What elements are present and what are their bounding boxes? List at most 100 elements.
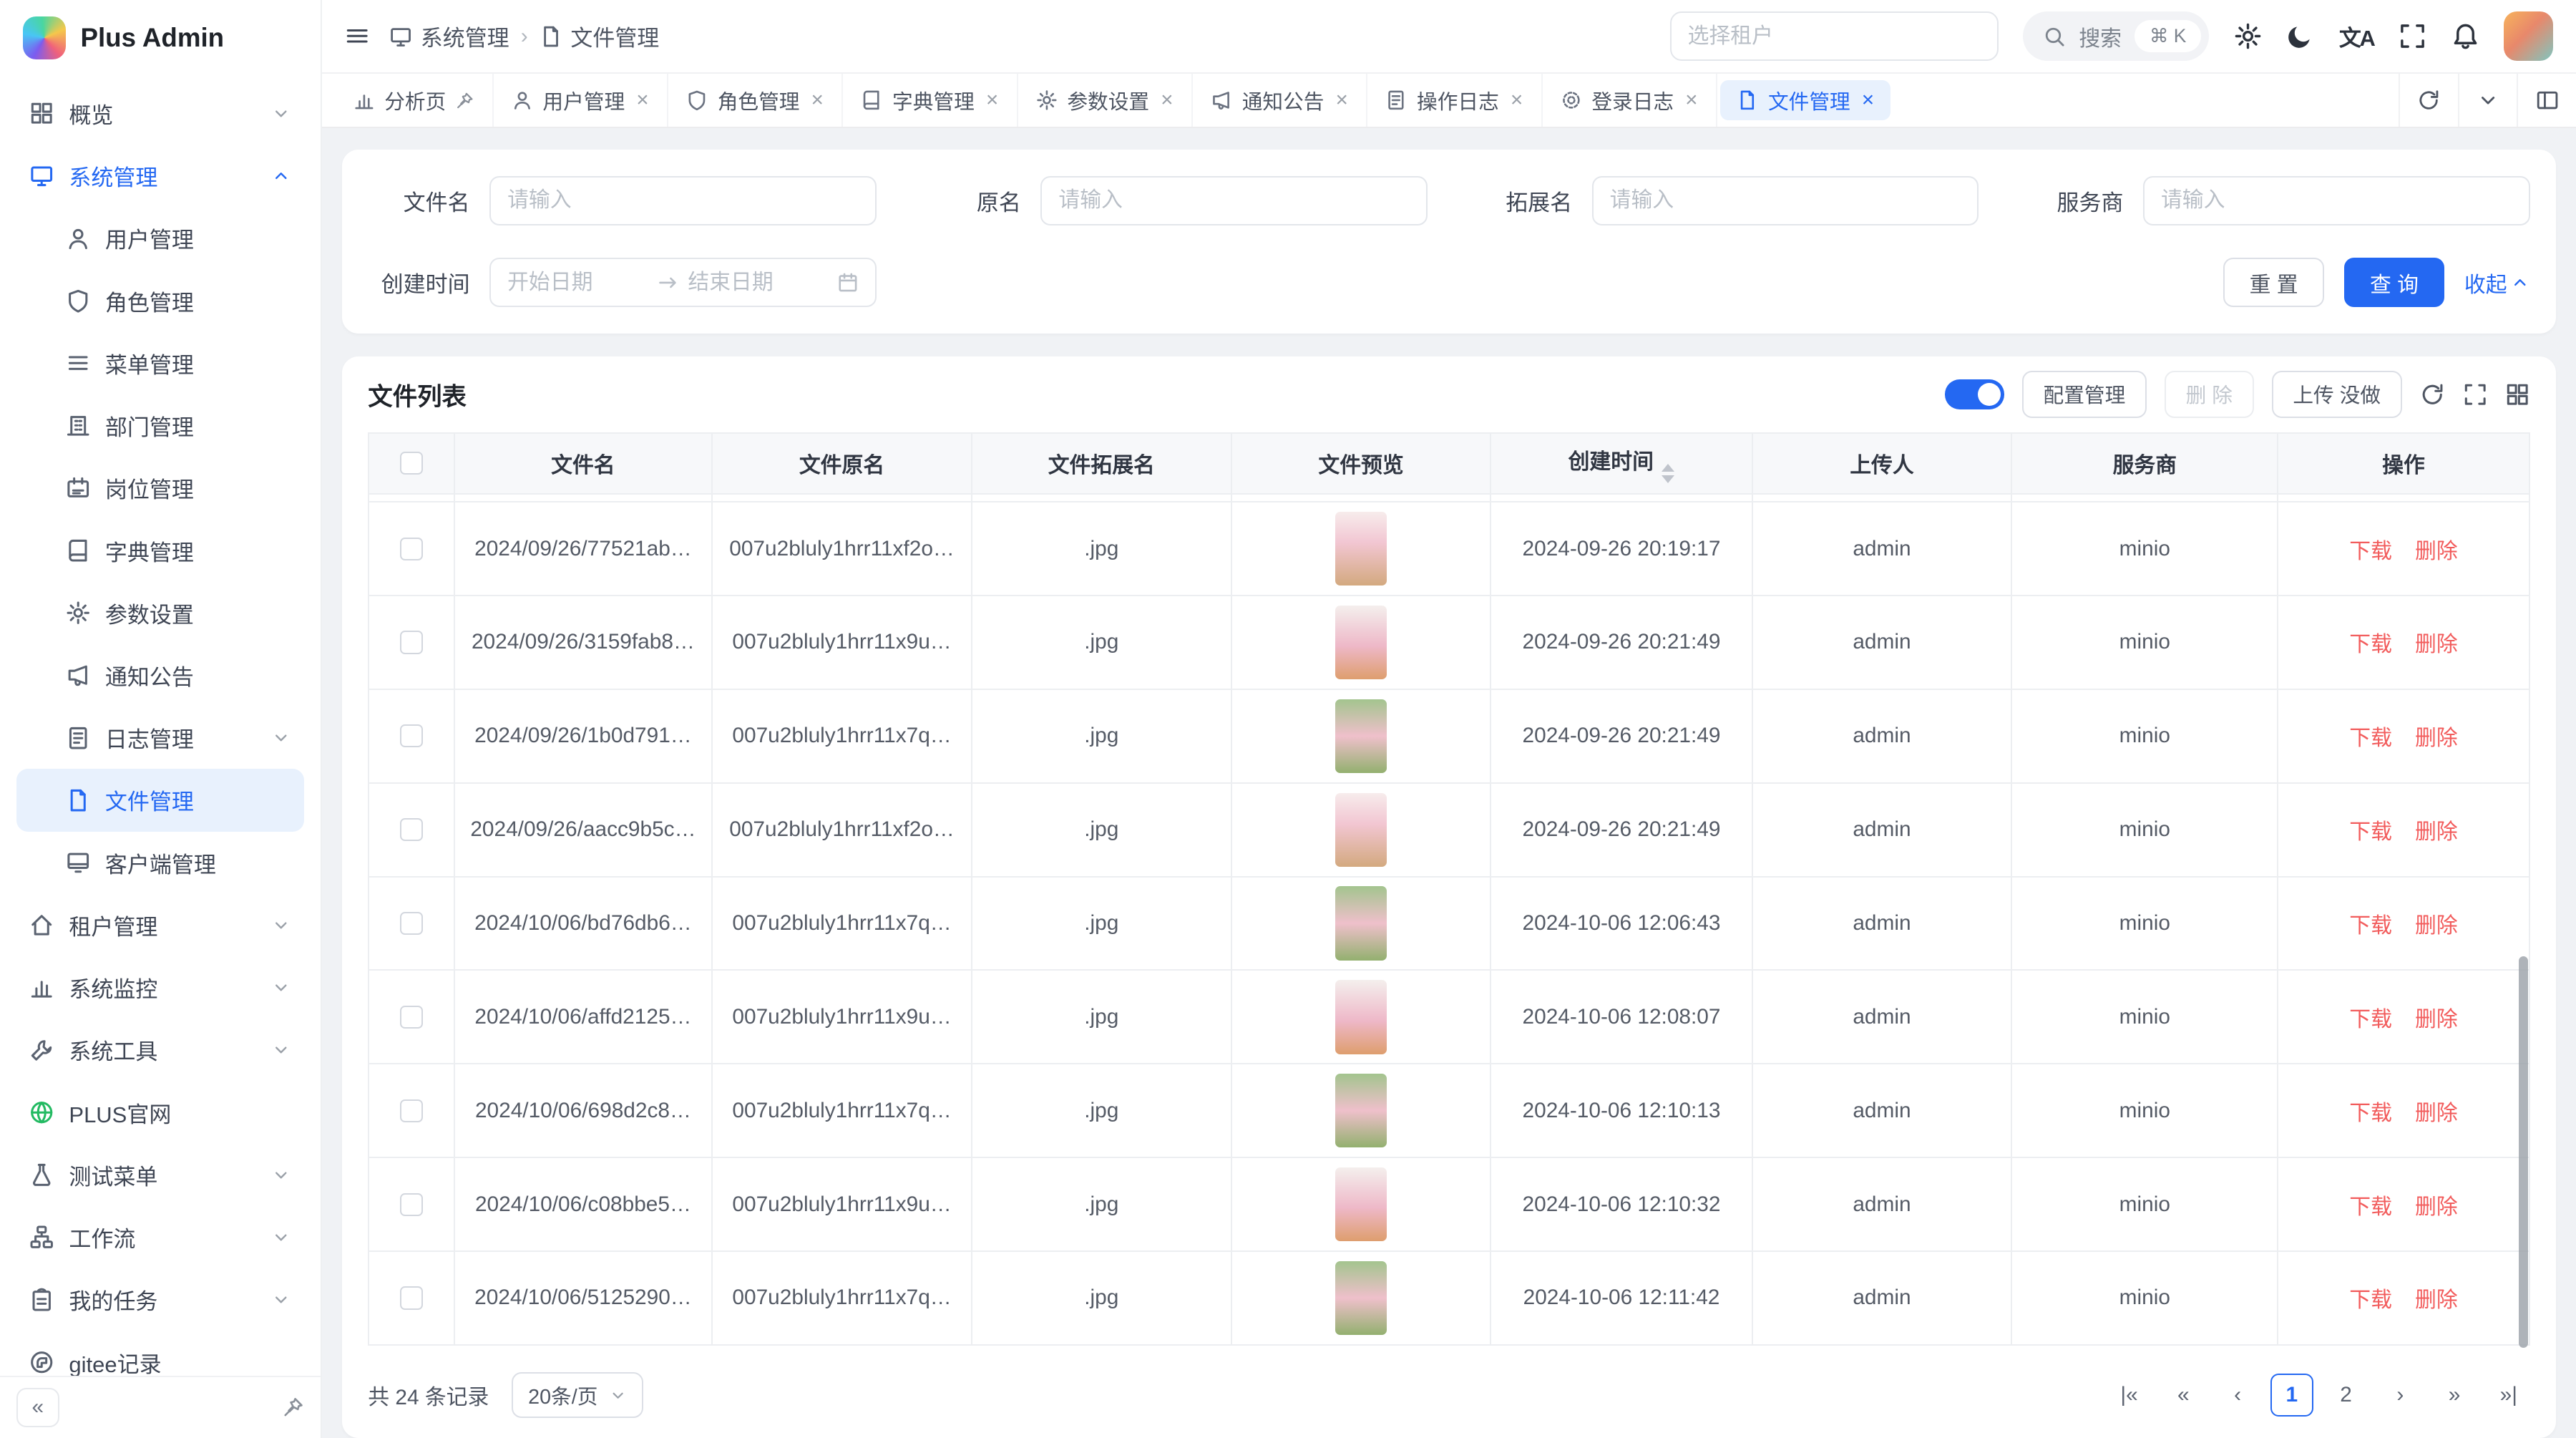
row-checkbox[interactable] [400, 631, 423, 654]
delete-link[interactable]: 删除 [2415, 727, 2458, 750]
table-scrollbar-thumb[interactable] [2519, 956, 2529, 1347]
page-last[interactable]: »| [2487, 1374, 2530, 1417]
page-first[interactable]: |« [2108, 1374, 2151, 1417]
delete-link[interactable]: 删除 [2415, 914, 2458, 938]
filename-input[interactable] [489, 176, 877, 225]
sidebar-item-11[interactable]: 文件管理 [16, 769, 304, 831]
app-logo[interactable]: Plus Admin [0, 0, 321, 76]
table-refresh-button[interactable] [2420, 382, 2444, 407]
row-checkbox[interactable] [400, 1286, 423, 1309]
tab-0[interactable]: 分析页 [335, 74, 493, 127]
page-1[interactable]: 1 [2270, 1374, 2313, 1417]
download-link[interactable]: 下载 [2349, 633, 2392, 656]
tab-actions-dropdown[interactable] [2458, 74, 2517, 127]
tab-5[interactable]: 通知公告× [1193, 74, 1367, 127]
breadcrumb-item-system[interactable]: 系统管理 [389, 20, 509, 52]
menu-toggle-button[interactable] [345, 24, 369, 48]
file-preview-image[interactable] [1335, 606, 1386, 679]
tab-3[interactable]: 字典管理× [843, 74, 1018, 127]
sidebar-item-10[interactable]: 日志管理 [16, 706, 304, 769]
row-checkbox[interactable] [400, 1006, 423, 1029]
reset-button[interactable]: 重 置 [2223, 258, 2324, 307]
download-link[interactable]: 下载 [2349, 727, 2392, 750]
tab-8[interactable]: 文件管理× [1720, 80, 1890, 120]
tab-close-icon[interactable]: × [1161, 89, 1173, 111]
file-preview-image[interactable] [1335, 793, 1386, 867]
file-preview-image[interactable] [1335, 980, 1386, 1054]
tab-4[interactable]: 参数设置× [1018, 74, 1193, 127]
sidebar-item-6[interactable]: 岗位管理 [16, 457, 304, 519]
tab-close-icon[interactable]: × [1862, 89, 1874, 111]
collapse-filters-link[interactable]: 收起 [2464, 267, 2530, 298]
page-2[interactable]: 2 [2325, 1374, 2368, 1417]
file-preview-image[interactable] [1335, 886, 1386, 960]
tab-close-icon[interactable]: × [636, 89, 648, 111]
tenant-select-input[interactable] [1670, 11, 1999, 61]
delete-link[interactable]: 删除 [2415, 1195, 2458, 1219]
settings-button[interactable] [2234, 22, 2262, 50]
upload-button[interactable]: 上传 没做 [2272, 371, 2402, 419]
translate-button[interactable]: 文A [2339, 20, 2374, 52]
download-link[interactable]: 下载 [2349, 820, 2392, 844]
file-preview-image[interactable] [1335, 1167, 1386, 1241]
page-size-select[interactable]: 20条/页 [512, 1372, 643, 1418]
tab-close-icon[interactable]: × [1685, 89, 1697, 111]
sidebar-item-1[interactable]: 系统管理 [16, 145, 304, 207]
sidebar-item-20[interactable]: gitee记录 [16, 1331, 304, 1375]
sidebar-item-15[interactable]: 系统工具 [16, 1019, 304, 1081]
row-checkbox[interactable] [400, 1099, 423, 1122]
download-link[interactable]: 下载 [2349, 1195, 2392, 1219]
extension-input[interactable] [1592, 176, 1979, 225]
tab-refresh-button[interactable] [2399, 74, 2458, 127]
sidebar-item-5[interactable]: 部门管理 [16, 394, 304, 457]
download-link[interactable]: 下载 [2349, 1102, 2392, 1125]
file-preview-image[interactable] [1335, 1261, 1386, 1335]
select-all-checkbox[interactable] [400, 452, 423, 475]
tab-1[interactable]: 用户管理× [494, 74, 668, 127]
global-search-button[interactable]: 搜索 ⌘ K [2023, 11, 2209, 61]
row-checkbox[interactable] [400, 1193, 423, 1216]
row-checkbox[interactable] [400, 724, 423, 747]
sidebar-item-13[interactable]: 租户管理 [16, 894, 304, 956]
tab-2[interactable]: 角色管理× [668, 74, 843, 127]
page-prev-group[interactable]: « [2162, 1374, 2205, 1417]
user-avatar[interactable] [2504, 11, 2553, 61]
file-preview-image[interactable] [1335, 699, 1386, 773]
sidebar-item-14[interactable]: 系统监控 [16, 956, 304, 1019]
notifications-button[interactable] [2451, 22, 2479, 50]
sidebar-item-0[interactable]: 概览 [16, 82, 304, 145]
sidebar-item-18[interactable]: 工作流 [16, 1206, 304, 1268]
sort-icon[interactable] [1662, 464, 1674, 483]
start-date-input[interactable] [507, 271, 647, 295]
sidebar-item-4[interactable]: 菜单管理 [16, 332, 304, 394]
delete-link[interactable]: 删除 [2415, 1102, 2458, 1125]
sidebar-collapse-button[interactable]: « [16, 1388, 59, 1427]
sidebar-pin-icon[interactable] [283, 1396, 304, 1418]
date-range-picker[interactable] [489, 258, 877, 307]
original-name-input[interactable] [1040, 176, 1428, 225]
sidebar-item-19[interactable]: 我的任务 [16, 1268, 304, 1331]
fullscreen-button[interactable] [2399, 22, 2426, 50]
delete-link[interactable]: 删除 [2415, 1288, 2458, 1312]
row-checkbox[interactable] [400, 818, 423, 841]
sidebar-item-3[interactable]: 角色管理 [16, 269, 304, 331]
table-fullscreen-button[interactable] [2463, 382, 2487, 407]
tab-7[interactable]: 登录日志× [1543, 74, 1717, 127]
sidebar-item-9[interactable]: 通知公告 [16, 644, 304, 706]
download-link[interactable]: 下载 [2349, 540, 2392, 563]
file-preview-image[interactable] [1335, 1074, 1386, 1147]
tab-close-icon[interactable]: × [1511, 89, 1523, 111]
delete-link[interactable]: 删除 [2415, 820, 2458, 844]
sidebar-item-7[interactable]: 字典管理 [16, 519, 304, 581]
download-link[interactable]: 下载 [2349, 1008, 2392, 1031]
page-next-group[interactable]: » [2433, 1374, 2476, 1417]
table-columns-button[interactable] [2505, 382, 2529, 407]
delete-link[interactable]: 删除 [2415, 1008, 2458, 1031]
row-checkbox[interactable] [400, 538, 423, 560]
layout-toggle-button[interactable] [2517, 74, 2576, 127]
download-link[interactable]: 下载 [2349, 1288, 2392, 1312]
file-preview-image[interactable] [1335, 512, 1386, 586]
sidebar-item-12[interactable]: 客户端管理 [16, 832, 304, 894]
delete-link[interactable]: 删除 [2415, 633, 2458, 656]
config-manage-button[interactable]: 配置管理 [2022, 371, 2147, 419]
